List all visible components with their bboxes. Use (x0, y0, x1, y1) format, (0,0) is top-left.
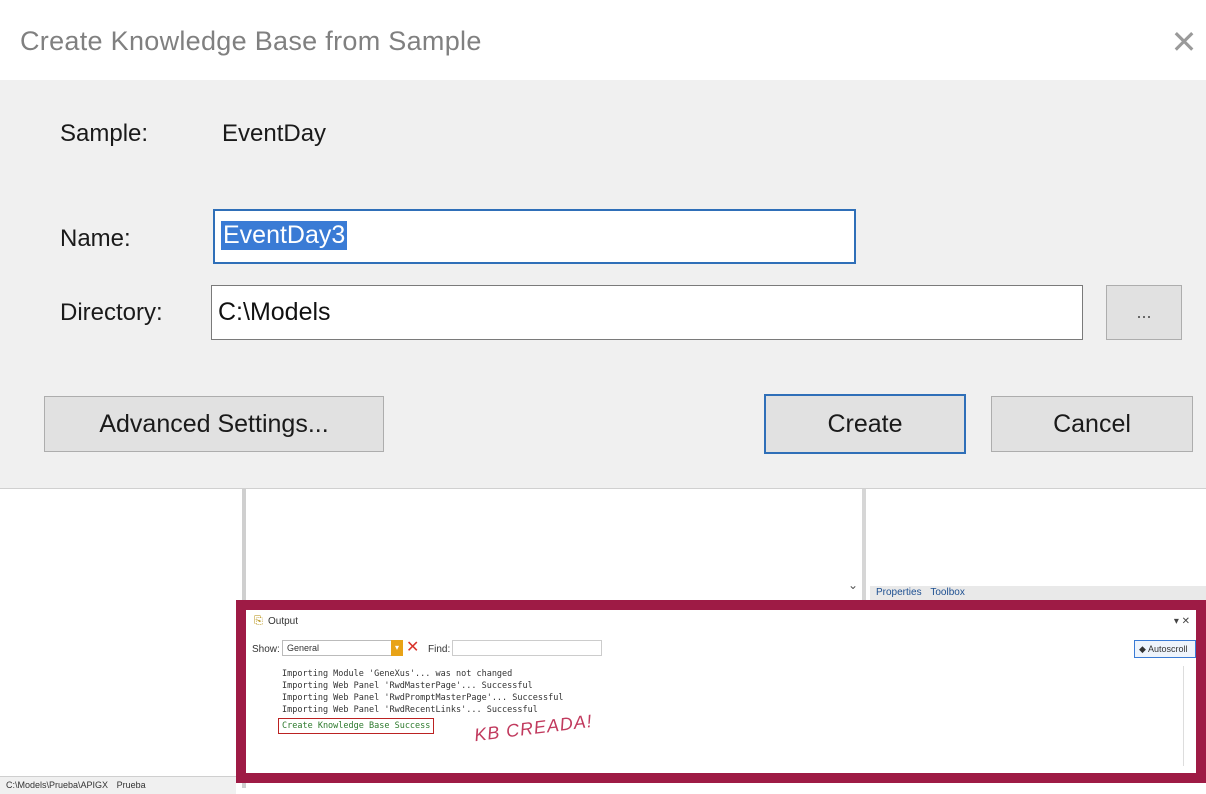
directory-input[interactable]: C:\Models (211, 285, 1083, 340)
dialog-title-bar: Create Knowledge Base from Sample ✕ (0, 0, 1206, 80)
output-panel: ⎘ Output ▾ ✕ Show: General ▾ ✕ Find: ◆ A… (236, 600, 1206, 783)
browse-button[interactable]: ... (1106, 285, 1182, 340)
dialog-title: Create Knowledge Base from Sample (20, 26, 482, 56)
name-input-value: EventDay3 (221, 221, 348, 250)
advanced-settings-button[interactable]: Advanced Settings... (44, 396, 384, 452)
status-bar: C:\Models\Prueba\APIGX Prueba (0, 776, 236, 794)
log-line: Importing Web Panel 'RwdMasterPage'... S… (282, 681, 533, 691)
find-label: Find: (428, 644, 451, 655)
log-line: Importing Web Panel 'RwdPromptMasterPage… (282, 693, 564, 703)
sample-label: Sample: (60, 120, 149, 147)
properties-toolbox-tabs: Properties Toolbox (870, 586, 1206, 600)
name-input[interactable]: EventDay3 (213, 209, 856, 264)
log-line: Importing Module 'GeneXus'... was not ch… (282, 669, 513, 679)
tab-toolbox[interactable]: Toolbox (930, 586, 964, 600)
output-scrollbar[interactable] (1183, 666, 1194, 766)
chevron-down-icon[interactable]: ⌄ (848, 578, 858, 592)
show-label: Show: (252, 644, 280, 655)
cancel-button[interactable]: Cancel (991, 396, 1193, 452)
log-line: Importing Web Panel 'RwdRecentLinks'... … (282, 705, 538, 715)
autoscroll-label: Autoscroll (1147, 644, 1188, 654)
create-button[interactable]: Create (764, 394, 966, 454)
find-input[interactable] (452, 640, 602, 656)
directory-label: Directory: (60, 299, 163, 326)
output-window-icon: ⎘ (254, 615, 263, 627)
create-kb-dialog: Create Knowledge Base from Sample ✕ Samp… (0, 0, 1206, 489)
sample-value: EventDay (222, 120, 327, 147)
output-toolbar: Show: General ▾ ✕ Find: ◆ Autoscroll (246, 638, 1196, 660)
pane-splitter-right[interactable] (862, 488, 866, 600)
clear-output-icon[interactable]: ✕ (406, 638, 419, 658)
output-title: Output (268, 616, 299, 627)
output-header: ⎘ Output ▾ ✕ (246, 610, 1196, 636)
pin-close-icon[interactable]: ▾ ✕ (1174, 616, 1190, 627)
show-select[interactable]: General (282, 640, 400, 656)
close-icon[interactable]: ✕ (1168, 24, 1200, 60)
tab-properties[interactable]: Properties (876, 586, 922, 600)
status-extra: Prueba (116, 780, 146, 790)
status-path: C:\Models\Prueba\APIGX (6, 780, 109, 790)
solution-explorer-pane (0, 488, 242, 776)
name-label: Name: (60, 225, 131, 252)
success-line: Create Knowledge Base Success (278, 718, 435, 734)
dropdown-arrow-icon[interactable]: ▾ (391, 640, 403, 656)
autoscroll-button[interactable]: ◆ Autoscroll (1134, 640, 1196, 658)
